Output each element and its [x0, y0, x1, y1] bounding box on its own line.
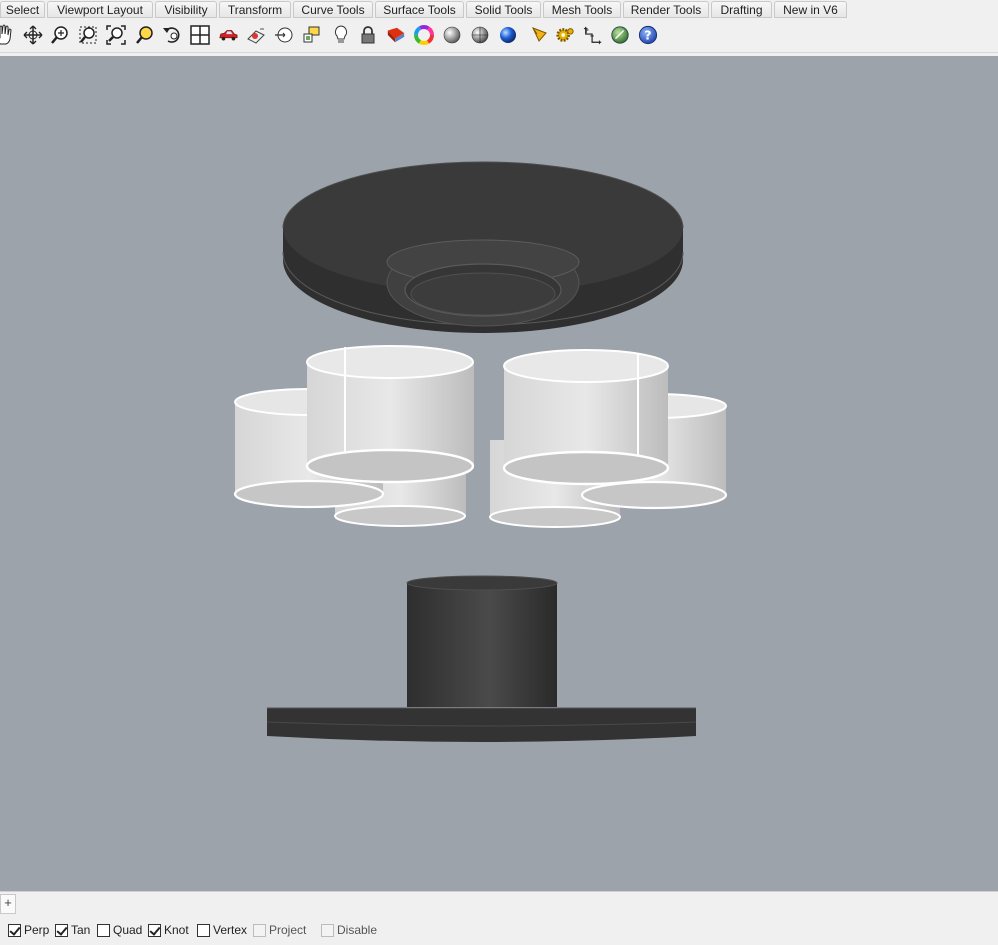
four-viewports-icon[interactable] — [190, 23, 210, 47]
tab-render-tools[interactable]: Render Tools — [623, 1, 709, 18]
named-view-icon[interactable] — [246, 23, 266, 47]
osnap-perp[interactable]: Perp — [8, 922, 49, 938]
osnap-knot[interactable]: Knot — [148, 922, 189, 938]
osnap-tan-checkbox[interactable] — [55, 923, 68, 937]
tab-visibility[interactable]: Visibility — [155, 1, 217, 18]
osnap-vertex[interactable]: Vertex — [197, 922, 247, 938]
add-tab-button[interactable]: + — [0, 894, 16, 914]
osnap-perp-checkbox[interactable] — [8, 923, 21, 937]
shaded-icon[interactable] — [386, 23, 406, 47]
status-bar: + Perp Tan Quad Knot Vertex Project Disa… — [0, 891, 998, 945]
osnap-knot-label: Knot — [164, 923, 189, 937]
tab-surface-tools[interactable]: Surface Tools — [375, 1, 464, 18]
light-bulb-icon[interactable] — [331, 23, 351, 47]
osnap-quad-checkbox[interactable] — [97, 923, 110, 937]
tab-transform[interactable]: Transform — [219, 1, 291, 18]
osnap-perp-label: Perp — [24, 923, 50, 937]
cylinder-front-left — [305, 345, 475, 484]
blue-sphere-icon[interactable] — [498, 23, 518, 47]
gear-icon[interactable] — [555, 23, 575, 47]
tab-viewport-layout[interactable]: Viewport Layout — [47, 1, 153, 18]
color-wheel-icon[interactable] — [414, 23, 434, 47]
osnap-project-label: Project — [269, 923, 307, 937]
clipping-plane-icon[interactable] — [274, 23, 294, 47]
svg-text:?: ? — [644, 28, 651, 43]
dimension-icon[interactable]: F — [583, 23, 603, 47]
rendered-sphere-icon[interactable] — [442, 23, 462, 47]
lock-icon[interactable] — [358, 23, 378, 47]
osnap-project-checkbox[interactable] — [253, 923, 266, 937]
cylinder-cluster[interactable] — [233, 345, 728, 528]
box-edit-icon[interactable] — [302, 23, 322, 47]
tab-new-in-v6[interactable]: New in V6 — [774, 1, 847, 18]
tab-curve-tools[interactable]: Curve Tools — [293, 1, 373, 18]
osnap-disable-label: Disable — [337, 923, 378, 937]
bottom-base-part[interactable] — [266, 575, 697, 742]
osnap-tan[interactable]: Tan — [55, 922, 90, 938]
top-flange-part[interactable] — [282, 161, 684, 333]
tab-mesh-tools[interactable]: Mesh Tools — [543, 1, 621, 18]
zoom-extents-icon[interactable] — [106, 23, 126, 47]
tab-solid-tools[interactable]: Solid Tools — [466, 1, 541, 18]
osnap-knot-checkbox[interactable] — [148, 923, 161, 937]
osnap-tan-label: Tan — [71, 923, 91, 937]
pencil-tools-icon[interactable] — [530, 23, 550, 47]
ghosted-sphere-icon[interactable] — [470, 23, 490, 47]
tab-drafting[interactable]: Drafting — [711, 1, 772, 18]
zoom-dynamic-icon[interactable] — [50, 23, 70, 47]
zoom-selected-icon[interactable] — [135, 23, 155, 47]
tab-select[interactable]: Select — [0, 1, 45, 18]
osnap-disable-checkbox[interactable] — [321, 923, 334, 937]
pan-hand-icon[interactable] — [0, 23, 14, 47]
car-icon[interactable] — [218, 23, 238, 47]
osnap-disable[interactable]: Disable — [321, 922, 377, 938]
ribbon-tab-bar: Select Viewport Layout Visibility Transf… — [0, 0, 998, 19]
osnap-vertex-checkbox[interactable] — [197, 923, 210, 937]
help-icon[interactable]: ? — [638, 23, 658, 47]
globe-icon[interactable] — [610, 23, 630, 47]
svg-text:F: F — [586, 29, 589, 35]
toolbar: F ? — [0, 19, 998, 53]
osnap-quad-label: Quad — [113, 923, 143, 937]
perspective-viewport[interactable] — [0, 56, 998, 891]
rotate-view-icon[interactable] — [23, 23, 43, 47]
undo-view-icon[interactable] — [162, 23, 182, 47]
osnap-project[interactable]: Project — [253, 922, 306, 938]
osnap-quad[interactable]: Quad — [97, 922, 142, 938]
cylinder-front-right — [502, 349, 670, 486]
osnap-vertex-label: Vertex — [213, 923, 248, 937]
zoom-window-icon[interactable] — [78, 23, 98, 47]
